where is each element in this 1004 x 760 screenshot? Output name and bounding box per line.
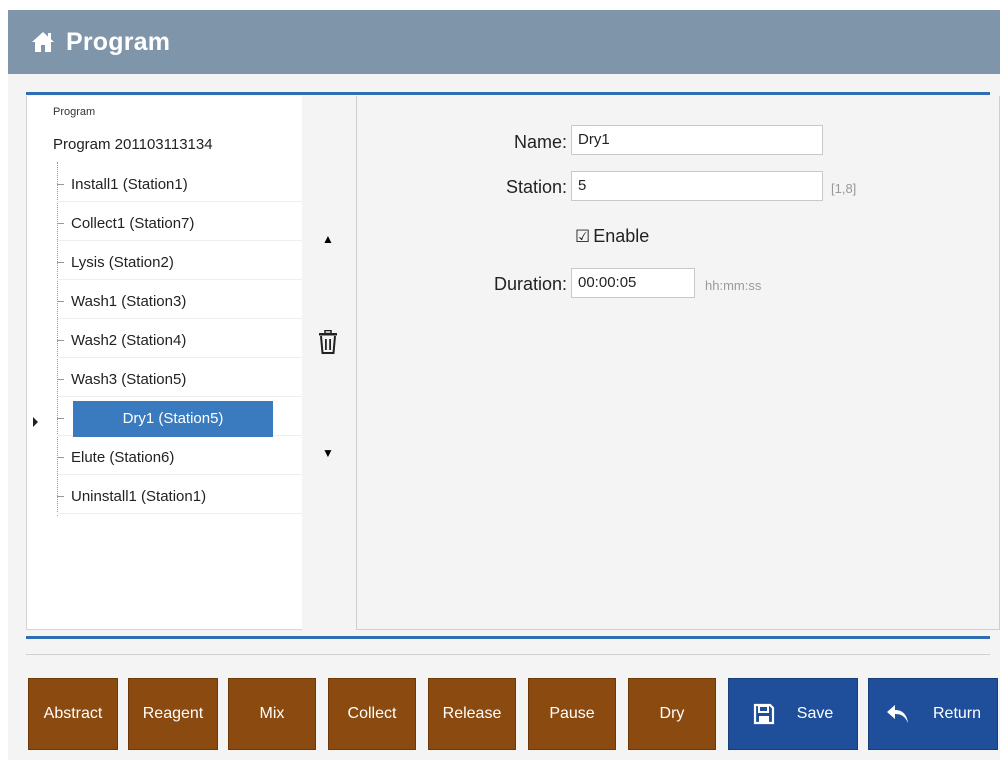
mix-button[interactable]: Mix (228, 678, 316, 750)
program-tree[interactable]: Program Program 201103113134 Install1 (S… (26, 96, 302, 630)
tree-caption: Program (53, 106, 96, 118)
step-properties-form: Name: Dry1 Station: 5 [1,8] ☑ Enable Dur… (356, 96, 1000, 630)
page-title: Program (66, 27, 171, 56)
delete-step-button[interactable] (304, 330, 352, 354)
release-button[interactable]: Release (428, 678, 516, 750)
bottom-divider-thin (26, 654, 990, 655)
tree-item[interactable]: Wash3 (Station5) (57, 363, 302, 397)
bottom-divider (26, 636, 990, 639)
save-button[interactable]: Save (728, 678, 858, 750)
station-range-hint: [1,8] (831, 181, 857, 196)
tree-item[interactable]: Install1 (Station1) (57, 168, 302, 202)
tree-item-label: Collect1 (Station7) (71, 215, 195, 232)
enable-label: Enable (593, 226, 650, 246)
tree-item-selected[interactable]: Dry1 (Station5) (57, 400, 302, 437)
home-icon (32, 32, 54, 52)
tree-item-label: Uninstall1 (Station1) (71, 488, 207, 505)
pause-button[interactable]: Pause (528, 678, 616, 750)
tree-item-label: Install1 (Station1) (71, 176, 188, 193)
trash-icon (319, 330, 337, 354)
tree-item-label: Lysis (Station2) (71, 254, 174, 271)
tree-item-label: Wash1 (Station3) (71, 293, 187, 310)
main-panel: Program Program 201103113134 Install1 (S… (8, 74, 1000, 760)
reorder-controls: ▲ ▼ (304, 96, 352, 630)
dry-button[interactable]: Dry (628, 678, 716, 750)
tree-item-label: Wash2 (Station4) (71, 332, 187, 349)
abstract-button[interactable]: Abstract (28, 678, 118, 750)
tree-item-label: Elute (Station6) (71, 449, 175, 466)
station-field[interactable]: 5 (571, 171, 823, 201)
tree-item[interactable]: Lysis (Station2) (57, 246, 302, 280)
step-toolbar: Abstract Reagent Mix Collect Release Pau… (8, 678, 1000, 752)
return-button[interactable]: Return (868, 678, 998, 750)
duration-label: Duration: (493, 274, 567, 294)
tree-item-label: Wash3 (Station5) (71, 371, 187, 388)
name-label: Name: (513, 132, 567, 152)
move-down-button[interactable]: ▼ (304, 446, 352, 460)
collect-button[interactable]: Collect (328, 678, 416, 750)
reagent-button[interactable]: Reagent (128, 678, 218, 750)
save-icon (753, 703, 774, 725)
return-label: Return (932, 705, 982, 722)
tree-item-label: Dry1 (Station5) (73, 400, 273, 437)
tree-item[interactable]: Uninstall1 (Station1) (57, 480, 302, 514)
current-row-pointer-icon (33, 417, 38, 427)
save-label: Save (796, 705, 834, 722)
top-divider (26, 92, 990, 95)
tree-item[interactable]: Wash1 (Station3) (57, 285, 302, 319)
enable-checkbox[interactable]: ☑ Enable (575, 226, 649, 247)
return-arrow-icon (886, 705, 908, 723)
tree-item[interactable]: Wash2 (Station4) (57, 324, 302, 358)
checkbox-checked-icon: ☑ (575, 226, 591, 246)
move-up-button[interactable]: ▲ (304, 232, 352, 246)
name-field[interactable]: Dry1 (571, 125, 823, 155)
tree-root-program[interactable]: Program 201103113134 (53, 136, 213, 153)
title-bar: Program (8, 10, 1000, 74)
tree-item[interactable]: Elute (Station6) (57, 441, 302, 475)
tree-item[interactable]: Collect1 (Station7) (57, 207, 302, 241)
duration-format-hint: hh:mm:ss (705, 278, 762, 293)
station-label: Station: (505, 177, 567, 197)
duration-field[interactable]: 00:00:05 (571, 268, 695, 298)
